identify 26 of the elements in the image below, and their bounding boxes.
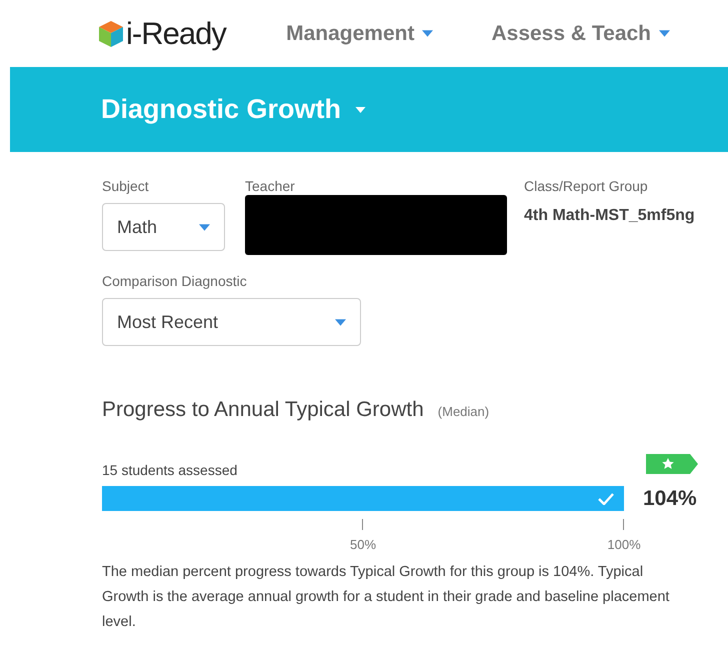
field-label: Subject <box>102 178 150 194</box>
nav-menu[interactable]: Assess & Teach <box>491 22 670 46</box>
heading-qualifier: (Median) <box>438 404 490 419</box>
nav-menu[interactable]: Management <box>286 22 434 46</box>
caret-icon <box>355 106 366 112</box>
cube-logo-icon <box>98 20 124 48</box>
subject-dropdown[interactable]: Math <box>102 203 225 251</box>
field-label: Teacher <box>245 178 296 194</box>
scale-label: 50% <box>350 537 376 552</box>
brand-logo-text: i-Ready <box>126 16 226 52</box>
caret-icon <box>199 224 210 230</box>
class-group-value: 4th Math-MST_5mf5ng <box>524 207 695 225</box>
star-flag-icon <box>646 454 698 474</box>
field-label: Comparison Diagnostic <box>102 273 248 289</box>
section-heading: Progress to Annual Typical Growth <box>102 398 424 422</box>
comparison-dropdown[interactable]: Most Recent <box>102 298 361 346</box>
progress-percent: 104% <box>643 487 697 511</box>
caret-icon <box>335 318 346 326</box>
report-title-dropdown[interactable]: Diagnostic Growth <box>101 94 366 125</box>
caret-icon <box>659 30 670 37</box>
scale-label: 100% <box>607 537 641 552</box>
field-label: Class/Report Group <box>524 178 649 194</box>
description-text: The median percent progress towards Typical Growth for this group is 104%. Typical Growth is the average annual growth for a student in their grade and baseline placement level. <box>102 563 670 632</box>
caret-icon <box>422 30 434 37</box>
check-icon <box>598 492 614 504</box>
students-assessed-text: 15 students assessed <box>102 462 238 478</box>
